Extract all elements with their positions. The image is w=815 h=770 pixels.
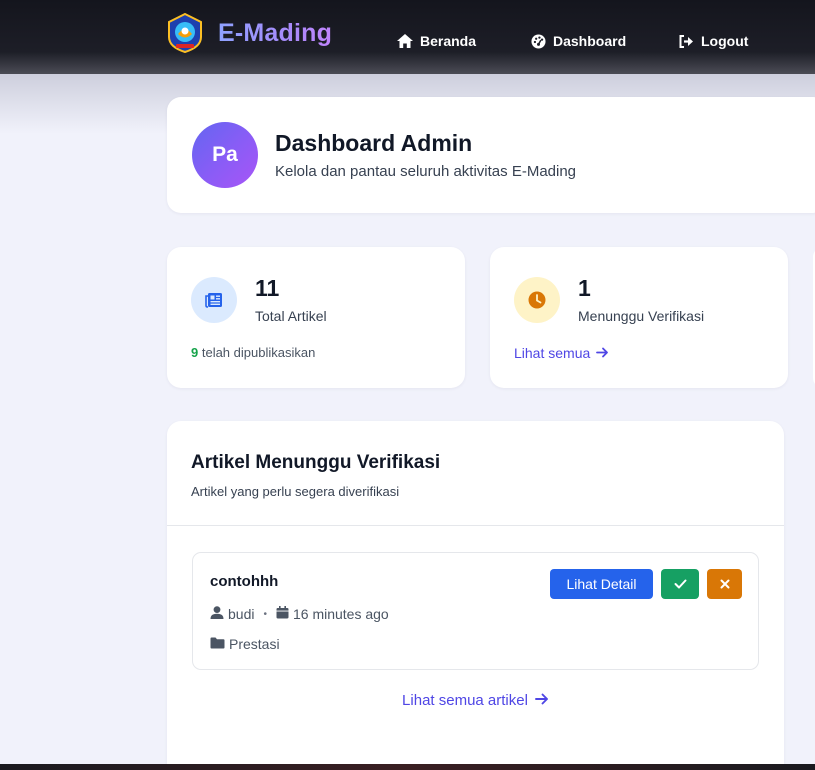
stat-card-total-articles: 11 Total Artikel 9 telah dipublikasikan — [167, 247, 465, 388]
brand[interactable]: E-Mading — [166, 12, 333, 54]
stat-label: Total Artikel — [255, 308, 327, 324]
calendar-icon — [276, 606, 289, 622]
clock-icon — [514, 277, 560, 323]
brand-name: E-Mading — [218, 18, 333, 47]
reject-button[interactable] — [707, 569, 742, 599]
article-author: budi — [228, 606, 255, 622]
approve-button[interactable] — [661, 569, 699, 599]
stat-card-pending-verification: 1 Menunggu Verifikasi Lihat semua — [490, 247, 788, 388]
stat-value: 11 — [255, 275, 280, 301]
nav-dashboard[interactable]: Dashboard — [531, 31, 626, 51]
view-detail-button[interactable]: Lihat Detail — [550, 569, 653, 599]
article-time: 16 minutes ago — [292, 606, 389, 622]
nav-dashboard-label: Dashboard — [553, 33, 627, 49]
divider — [167, 525, 784, 526]
nav-beranda-label: Beranda — [420, 33, 477, 49]
arrow-right-icon — [535, 692, 549, 709]
navbar: E-Mading Beranda Dashboard Logout — [0, 0, 815, 74]
nav-beranda[interactable]: Beranda — [397, 31, 476, 51]
section-title: Artikel Menunggu Verifikasi — [191, 452, 441, 473]
article-category: Prestasi — [210, 635, 280, 653]
page-subtitle: Kelola dan pantau seluruh aktivitas E-Ma… — [275, 163, 577, 180]
article-category-label: Prestasi — [229, 636, 280, 652]
published-count: 9 telah dipublikasikan — [191, 345, 315, 360]
check-icon — [674, 576, 687, 592]
pending-articles-card: Artikel Menunggu Verifikasi Artikel yang… — [167, 421, 784, 766]
close-icon — [720, 576, 730, 592]
dashboard-header-card: Pa Dashboard Admin Kelola dan pantau sel… — [167, 97, 815, 213]
stat-label: Menunggu Verifikasi — [578, 308, 705, 324]
dashboard-icon — [531, 33, 546, 49]
avatar: Pa — [192, 122, 258, 188]
arrow-right-icon — [596, 345, 609, 361]
stat-value: 1 — [578, 275, 591, 301]
view-all-articles-link[interactable]: Lihat semua artikel — [167, 689, 784, 711]
article-meta: budi • 16 minutes ago — [210, 605, 389, 623]
page-title: Dashboard Admin — [275, 130, 473, 156]
home-icon — [397, 34, 413, 48]
view-all-pending-label: Lihat semua — [514, 345, 591, 361]
user-icon — [210, 606, 224, 622]
school-logo-icon — [166, 12, 204, 54]
view-all-pending-link[interactable]: Lihat semua — [514, 345, 609, 361]
folder-icon — [210, 636, 225, 652]
nav-logout[interactable]: Logout — [679, 31, 748, 51]
nav-logout-label: Logout — [701, 33, 749, 49]
bottom-strip — [0, 764, 815, 770]
list-item: contohhh budi • 16 minutes ago Prestasi … — [192, 552, 759, 670]
published-count-text: telah dipublikasikan — [198, 345, 316, 360]
newspaper-icon — [191, 277, 237, 323]
article-title: contohhh — [210, 573, 279, 590]
view-all-articles-label: Lihat semua artikel — [402, 691, 528, 709]
separator-dot: • — [263, 608, 267, 620]
section-subtitle: Artikel yang perlu segera diverifikasi — [191, 484, 400, 499]
logout-icon — [679, 34, 694, 48]
